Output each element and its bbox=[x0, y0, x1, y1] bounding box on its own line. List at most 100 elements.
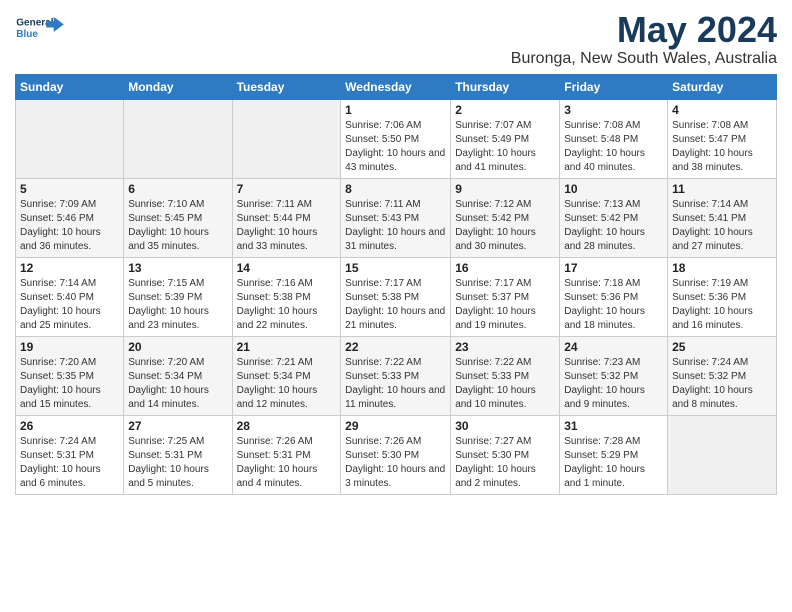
day-info: Sunrise: 7:14 AM Sunset: 5:41 PM Dayligh… bbox=[672, 198, 772, 254]
logo: General Blue bbox=[15, 10, 65, 48]
calendar-cell: 2 Sunrise: 7:07 AM Sunset: 5:49 PM Daylig… bbox=[451, 99, 560, 178]
day-number: 6 bbox=[128, 182, 227, 196]
calendar: Sunday Monday Tuesday Wednesday Thursday… bbox=[15, 74, 777, 495]
col-friday: Friday bbox=[560, 74, 668, 99]
day-info: Sunrise: 7:21 AM Sunset: 5:34 PM Dayligh… bbox=[237, 356, 337, 412]
day-info: Sunrise: 7:11 AM Sunset: 5:43 PM Dayligh… bbox=[345, 198, 446, 254]
day-number: 28 bbox=[237, 419, 337, 433]
day-info: Sunrise: 7:22 AM Sunset: 5:33 PM Dayligh… bbox=[455, 356, 555, 412]
week-row-3: 12Sunrise: 7:14 AM Sunset: 5:40 PM Dayli… bbox=[16, 257, 777, 336]
day-info: Sunrise: 7:07 AM Sunset: 5:49 PM Dayligh… bbox=[455, 119, 555, 175]
calendar-cell: 22 Sunrise: 7:22 AM Sunset: 5:33 PM Dayli… bbox=[341, 336, 451, 415]
calendar-cell bbox=[16, 99, 124, 178]
col-thursday: Thursday bbox=[451, 74, 560, 99]
day-info: Sunrise: 7:10 AM Sunset: 5:45 PM Dayligh… bbox=[128, 198, 227, 254]
day-number: 30 bbox=[455, 419, 555, 433]
day-number: 12 bbox=[20, 261, 119, 275]
calendar-cell: 23Sunrise: 7:22 AM Sunset: 5:33 PM Dayli… bbox=[451, 336, 560, 415]
day-info: Sunrise: 7:18 AM Sunset: 5:36 PM Dayligh… bbox=[564, 277, 663, 333]
day-number: 15 bbox=[345, 261, 446, 275]
day-number: 4 bbox=[672, 103, 772, 117]
calendar-cell: 29 Sunrise: 7:26 AM Sunset: 5:30 PM Dayli… bbox=[341, 415, 451, 494]
calendar-cell: 7 Sunrise: 7:11 AM Sunset: 5:44 PM Daylig… bbox=[232, 178, 341, 257]
calendar-cell: 19 Sunrise: 7:20 AM Sunset: 5:35 PM Dayli… bbox=[16, 336, 124, 415]
calendar-cell: 8 Sunrise: 7:11 AM Sunset: 5:43 PM Daylig… bbox=[341, 178, 451, 257]
day-info: Sunrise: 7:28 AM Sunset: 5:29 PM Dayligh… bbox=[564, 435, 663, 491]
day-info: Sunrise: 7:09 AM Sunset: 5:46 PM Dayligh… bbox=[20, 198, 119, 254]
day-number: 2 bbox=[455, 103, 555, 117]
calendar-cell: 25 Sunrise: 7:24 AM Sunset: 5:32 PM Dayli… bbox=[668, 336, 777, 415]
week-row-5: 26 Sunrise: 7:24 AM Sunset: 5:31 PM Dayli… bbox=[16, 415, 777, 494]
calendar-cell: 12Sunrise: 7:14 AM Sunset: 5:40 PM Dayli… bbox=[16, 257, 124, 336]
day-number: 11 bbox=[672, 182, 772, 196]
day-info: Sunrise: 7:16 AM Sunset: 5:38 PM Dayligh… bbox=[237, 277, 337, 333]
day-number: 9 bbox=[455, 182, 555, 196]
svg-text:Blue: Blue bbox=[16, 29, 38, 40]
calendar-cell: 31 Sunrise: 7:28 AM Sunset: 5:29 PM Dayli… bbox=[560, 415, 668, 494]
day-number: 10 bbox=[564, 182, 663, 196]
day-number: 19 bbox=[20, 340, 119, 354]
day-number: 20 bbox=[128, 340, 227, 354]
day-info: Sunrise: 7:13 AM Sunset: 5:42 PM Dayligh… bbox=[564, 198, 663, 254]
col-tuesday: Tuesday bbox=[232, 74, 341, 99]
calendar-header-row: Sunday Monday Tuesday Wednesday Thursday… bbox=[16, 74, 777, 99]
day-info: Sunrise: 7:11 AM Sunset: 5:44 PM Dayligh… bbox=[237, 198, 337, 254]
calendar-cell: 5 Sunrise: 7:09 AM Sunset: 5:46 PM Daylig… bbox=[16, 178, 124, 257]
calendar-cell bbox=[124, 99, 232, 178]
calendar-cell: 15 Sunrise: 7:17 AM Sunset: 5:38 PM Dayli… bbox=[341, 257, 451, 336]
day-info: Sunrise: 7:26 AM Sunset: 5:31 PM Dayligh… bbox=[237, 435, 337, 491]
day-info: Sunrise: 7:24 AM Sunset: 5:32 PM Dayligh… bbox=[672, 356, 772, 412]
day-info: Sunrise: 7:17 AM Sunset: 5:37 PM Dayligh… bbox=[455, 277, 555, 333]
day-info: Sunrise: 7:25 AM Sunset: 5:31 PM Dayligh… bbox=[128, 435, 227, 491]
day-number: 7 bbox=[237, 182, 337, 196]
day-info: Sunrise: 7:12 AM Sunset: 5:42 PM Dayligh… bbox=[455, 198, 555, 254]
day-number: 21 bbox=[237, 340, 337, 354]
week-row-2: 5 Sunrise: 7:09 AM Sunset: 5:46 PM Daylig… bbox=[16, 178, 777, 257]
calendar-cell: 16Sunrise: 7:17 AM Sunset: 5:37 PM Dayli… bbox=[451, 257, 560, 336]
calendar-cell: 21 Sunrise: 7:21 AM Sunset: 5:34 PM Dayli… bbox=[232, 336, 341, 415]
day-info: Sunrise: 7:27 AM Sunset: 5:30 PM Dayligh… bbox=[455, 435, 555, 491]
calendar-cell: 11 Sunrise: 7:14 AM Sunset: 5:41 PM Dayli… bbox=[668, 178, 777, 257]
calendar-cell: 20Sunrise: 7:20 AM Sunset: 5:34 PM Dayli… bbox=[124, 336, 232, 415]
calendar-cell: 18 Sunrise: 7:19 AM Sunset: 5:36 PM Dayli… bbox=[668, 257, 777, 336]
calendar-cell: 6 Sunrise: 7:10 AM Sunset: 5:45 PM Daylig… bbox=[124, 178, 232, 257]
day-info: Sunrise: 7:26 AM Sunset: 5:30 PM Dayligh… bbox=[345, 435, 446, 491]
calendar-cell: 24Sunrise: 7:23 AM Sunset: 5:32 PM Dayli… bbox=[560, 336, 668, 415]
week-row-1: 1Sunrise: 7:06 AM Sunset: 5:50 PM Daylig… bbox=[16, 99, 777, 178]
day-number: 18 bbox=[672, 261, 772, 275]
day-number: 24 bbox=[564, 340, 663, 354]
col-saturday: Saturday bbox=[668, 74, 777, 99]
calendar-cell: 3Sunrise: 7:08 AM Sunset: 5:48 PM Daylig… bbox=[560, 99, 668, 178]
day-info: Sunrise: 7:19 AM Sunset: 5:36 PM Dayligh… bbox=[672, 277, 772, 333]
day-number: 13 bbox=[128, 261, 227, 275]
day-number: 25 bbox=[672, 340, 772, 354]
day-number: 3 bbox=[564, 103, 663, 117]
calendar-cell: 4Sunrise: 7:08 AM Sunset: 5:47 PM Daylig… bbox=[668, 99, 777, 178]
calendar-cell: 9 Sunrise: 7:12 AM Sunset: 5:42 PM Daylig… bbox=[451, 178, 560, 257]
day-number: 17 bbox=[564, 261, 663, 275]
day-info: Sunrise: 7:17 AM Sunset: 5:38 PM Dayligh… bbox=[345, 277, 446, 333]
day-number: 5 bbox=[20, 182, 119, 196]
calendar-cell: 28 Sunrise: 7:26 AM Sunset: 5:31 PM Dayli… bbox=[232, 415, 341, 494]
day-number: 1 bbox=[345, 103, 446, 117]
day-number: 29 bbox=[345, 419, 446, 433]
calendar-cell: 10 Sunrise: 7:13 AM Sunset: 5:42 PM Dayli… bbox=[560, 178, 668, 257]
calendar-cell: 1Sunrise: 7:06 AM Sunset: 5:50 PM Daylig… bbox=[341, 99, 451, 178]
title-block: May 2024 Buronga, New South Wales, Austr… bbox=[511, 10, 777, 68]
calendar-cell bbox=[668, 415, 777, 494]
header: General Blue May 2024 Buronga, New South… bbox=[15, 10, 777, 68]
page: General Blue May 2024 Buronga, New South… bbox=[0, 0, 792, 612]
day-info: Sunrise: 7:20 AM Sunset: 5:35 PM Dayligh… bbox=[20, 356, 119, 412]
calendar-cell: 13 Sunrise: 7:15 AM Sunset: 5:39 PM Dayli… bbox=[124, 257, 232, 336]
day-info: Sunrise: 7:22 AM Sunset: 5:33 PM Dayligh… bbox=[345, 356, 446, 412]
day-number: 31 bbox=[564, 419, 663, 433]
subtitle: Buronga, New South Wales, Australia bbox=[511, 50, 777, 68]
day-number: 22 bbox=[345, 340, 446, 354]
day-info: Sunrise: 7:15 AM Sunset: 5:39 PM Dayligh… bbox=[128, 277, 227, 333]
day-info: Sunrise: 7:24 AM Sunset: 5:31 PM Dayligh… bbox=[20, 435, 119, 491]
calendar-cell: 30 Sunrise: 7:27 AM Sunset: 5:30 PM Dayli… bbox=[451, 415, 560, 494]
day-number: 26 bbox=[20, 419, 119, 433]
col-sunday: Sunday bbox=[16, 74, 124, 99]
day-number: 8 bbox=[345, 182, 446, 196]
calendar-cell: 17 Sunrise: 7:18 AM Sunset: 5:36 PM Dayli… bbox=[560, 257, 668, 336]
